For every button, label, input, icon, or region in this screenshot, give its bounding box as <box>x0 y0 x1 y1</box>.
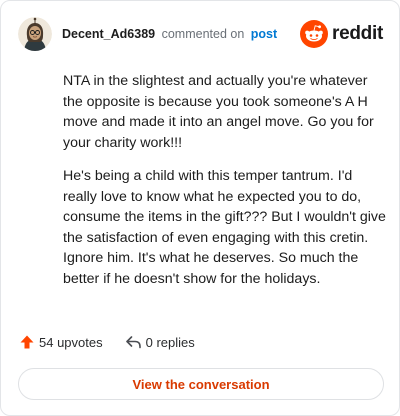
upvote-arrow-icon <box>20 335 34 349</box>
avatar-image <box>18 17 52 51</box>
embedded-comment-card: Decent_Ad6389 commented on post reddit N… <box>0 0 400 416</box>
upvotes-count: 54 upvotes <box>39 334 103 350</box>
post-link[interactable]: post <box>251 27 277 41</box>
comment-meta: Decent_Ad6389 commented on post <box>62 27 277 41</box>
reply-arrow-icon <box>125 336 141 349</box>
username-link[interactable]: Decent_Ad6389 <box>62 27 155 41</box>
action-text: commented on <box>161 27 245 41</box>
comment-paragraph-1: NTA in the slightest and actually you're… <box>63 73 374 151</box>
upvotes-stat[interactable]: 54 upvotes <box>19 334 103 350</box>
user-avatar[interactable] <box>18 17 52 51</box>
view-conversation-button[interactable]: View the conversation <box>18 368 384 400</box>
reddit-snoo-icon <box>300 20 329 48</box>
comment-paragraph-2: He's being a child with this temper tant… <box>63 168 386 287</box>
comment-stats: 54 upvotes 0 replies <box>19 334 195 350</box>
reddit-brand[interactable]: reddit <box>300 20 383 48</box>
comment-body: NTA in the slightest and actually you're… <box>63 71 387 302</box>
replies-stat[interactable]: 0 replies <box>125 334 195 350</box>
reddit-wordmark: reddit <box>332 23 383 44</box>
comment-header: Decent_Ad6389 commented on post reddit <box>18 17 383 51</box>
replies-count: 0 replies <box>145 334 195 350</box>
